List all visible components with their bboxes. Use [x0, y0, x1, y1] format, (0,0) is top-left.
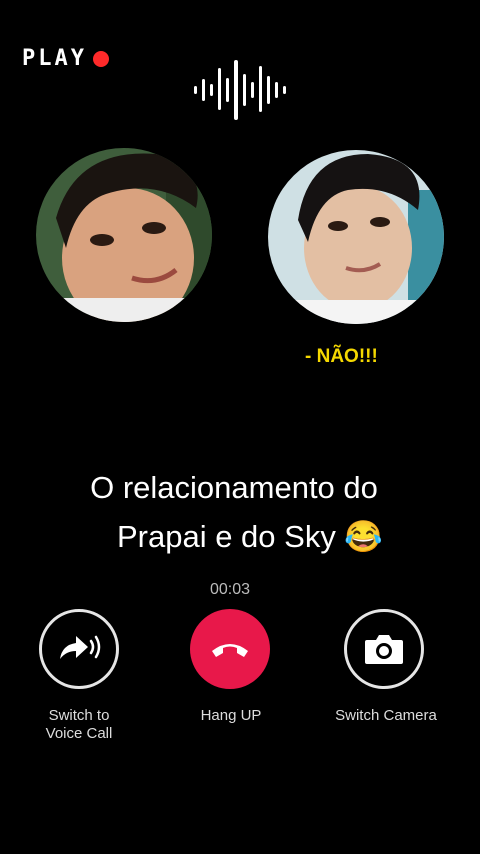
- hang-up-label: Hang UP: [200, 707, 262, 724]
- voice-label-line-2: Voice Call: [45, 725, 113, 742]
- phone-hangup-icon: [212, 644, 248, 657]
- switch-camera-button[interactable]: [344, 609, 424, 689]
- caption-line-2: Prapai e do Sky 😂: [116, 519, 384, 554]
- play-text: PLAY: [22, 46, 87, 71]
- video-subtitle: - NÃO!!!: [305, 346, 378, 367]
- caller-avatar-right: [268, 150, 444, 324]
- switch-to-voice-call-button[interactable]: [39, 609, 119, 689]
- caller-avatar-left: [36, 148, 212, 322]
- switch-to-voice-call-label: Switch to Voice Call: [24, 707, 134, 743]
- hang-up-button[interactable]: [190, 609, 270, 689]
- audio-waveform-icon: [194, 60, 286, 120]
- voice-label-line-1: Switch to: [48, 707, 110, 724]
- camera-icon: [365, 635, 403, 664]
- caption-line-1: O relacionamento do: [90, 470, 378, 505]
- switch-camera-label: Switch Camera: [335, 707, 437, 724]
- call-timer: 00:03: [209, 581, 251, 598]
- recording-dot-icon: [92, 50, 109, 67]
- play-recording-label: PLAY: [22, 46, 109, 71]
- forward-sound-icon: [60, 635, 101, 659]
